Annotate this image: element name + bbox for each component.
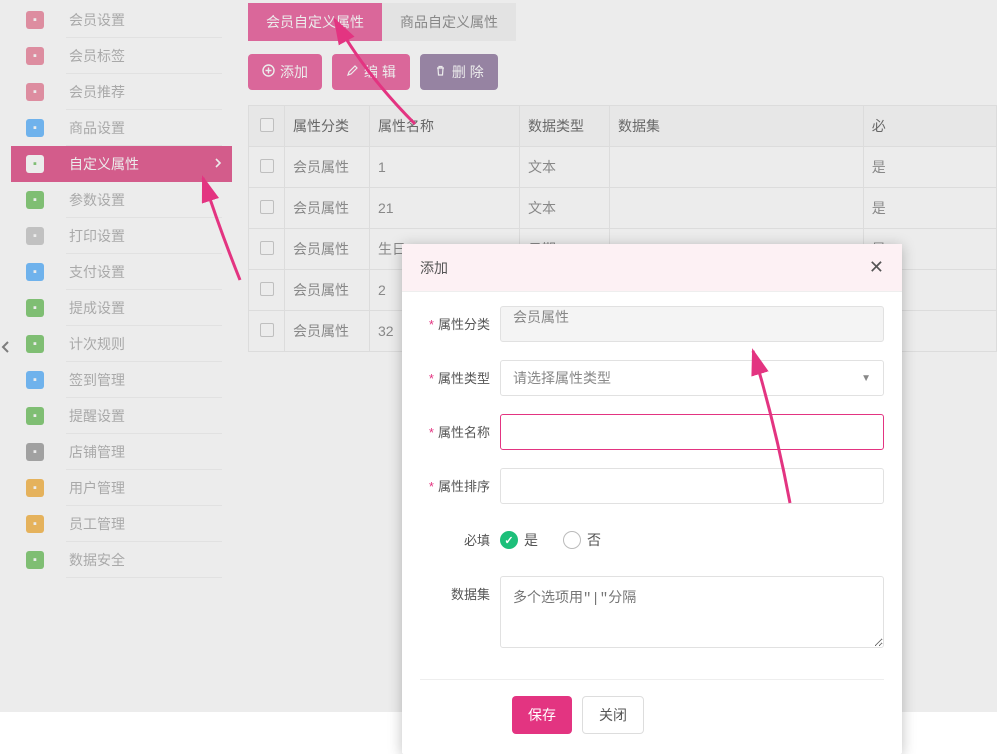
dataset-label: 数据集 bbox=[420, 576, 500, 603]
close-icon[interactable]: ✕ bbox=[869, 257, 884, 278]
modal-body: *属性分类 会员属性 *属性类型 请选择属性类型 ▼ *属性名称 *属性排序 必… bbox=[402, 292, 902, 675]
order-input[interactable] bbox=[500, 468, 884, 504]
modal-header: 添加 ✕ bbox=[402, 244, 902, 292]
required-label: 必填 bbox=[420, 522, 500, 549]
form-row-dataset: 数据集 bbox=[420, 576, 884, 651]
save-button[interactable]: 保存 bbox=[512, 696, 572, 734]
form-row-name: *属性名称 bbox=[420, 414, 884, 450]
modal-footer: 保存 关闭 bbox=[402, 696, 902, 754]
form-row-order: *属性排序 bbox=[420, 468, 884, 504]
modal-divider bbox=[420, 679, 884, 680]
dataset-textarea[interactable] bbox=[500, 576, 884, 648]
category-label: *属性分类 bbox=[420, 306, 500, 333]
required-yes-radio[interactable]: 是 bbox=[500, 530, 538, 550]
required-no-radio[interactable]: 否 bbox=[563, 530, 601, 550]
form-row-required: 必填 是 否 bbox=[420, 522, 884, 558]
radio-checked-icon bbox=[500, 531, 518, 549]
modal-title: 添加 bbox=[420, 258, 448, 278]
cancel-button[interactable]: 关闭 bbox=[582, 696, 644, 734]
form-row-category: *属性分类 会员属性 bbox=[420, 306, 884, 342]
type-label: *属性类型 bbox=[420, 360, 500, 387]
form-row-type: *属性类型 请选择属性类型 ▼ bbox=[420, 360, 884, 396]
name-input[interactable] bbox=[500, 414, 884, 450]
category-display: 会员属性 bbox=[500, 306, 884, 342]
radio-unchecked-icon bbox=[563, 531, 581, 549]
type-select-placeholder: 请选择属性类型 bbox=[513, 368, 611, 388]
type-select[interactable]: 请选择属性类型 ▼ bbox=[500, 360, 884, 396]
add-modal: 添加 ✕ *属性分类 会员属性 *属性类型 请选择属性类型 ▼ *属性名称 *属… bbox=[402, 244, 902, 754]
order-label: *属性排序 bbox=[420, 468, 500, 495]
name-label: *属性名称 bbox=[420, 414, 500, 441]
chevron-down-icon: ▼ bbox=[861, 373, 871, 384]
